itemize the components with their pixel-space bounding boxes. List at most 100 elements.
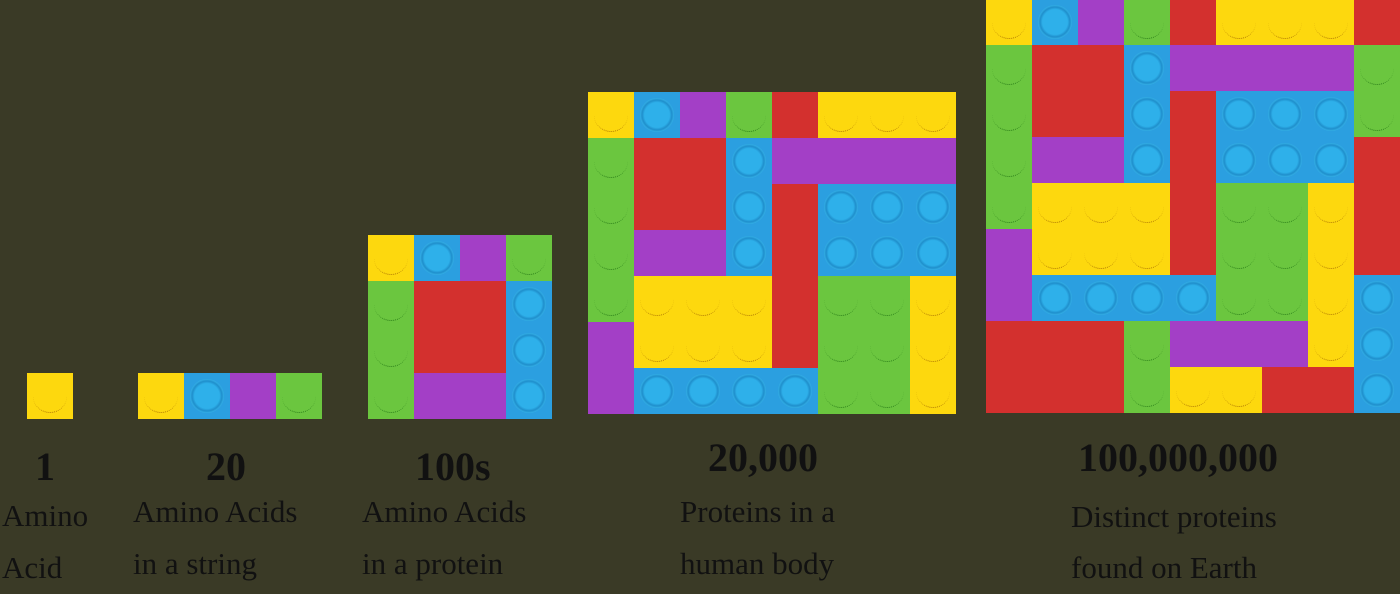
stud-icon <box>1130 373 1164 407</box>
stud-icon <box>236 379 270 413</box>
stud-icon <box>732 98 766 132</box>
stud-icon <box>686 328 720 362</box>
stud-icon <box>1222 97 1256 131</box>
stage-4-desc-line2: human body <box>680 546 835 581</box>
stud-icon <box>1360 189 1394 223</box>
stud-icon <box>732 328 766 362</box>
stud-icon <box>282 379 316 413</box>
stud-icon <box>778 236 812 270</box>
stud-icon <box>824 282 858 316</box>
stud-icon <box>992 5 1026 39</box>
stud-icon <box>916 190 950 224</box>
stud-icon <box>1314 143 1348 177</box>
stud-icon <box>1084 327 1118 361</box>
stud-icon <box>1360 97 1394 131</box>
stud-icon <box>1176 143 1210 177</box>
stud-icon <box>686 98 720 132</box>
stud-icon <box>1176 189 1210 223</box>
stud-icon <box>686 190 720 224</box>
stud-icon <box>992 373 1026 407</box>
stage-5-red-brick <box>1170 0 1216 45</box>
stage-1-desc-line1: Amino <box>2 498 89 533</box>
stud-icon <box>1268 51 1302 85</box>
stage-4-desc-line1: Proteins in a <box>680 494 835 529</box>
stage-4-purple-brick <box>588 322 634 414</box>
stud-icon <box>374 379 408 413</box>
stud-icon <box>778 190 812 224</box>
stage-5-red-brick <box>1032 45 1124 137</box>
stud-icon <box>870 374 904 408</box>
stud-icon <box>1268 281 1302 315</box>
stud-icon <box>824 98 858 132</box>
stage-3-red-brick <box>414 281 506 373</box>
stud-icon <box>640 98 674 132</box>
stud-icon <box>1222 327 1256 361</box>
stud-icon <box>778 328 812 362</box>
stud-icon <box>144 379 178 413</box>
stage-3-blue-brick <box>414 235 460 281</box>
stud-icon <box>1176 51 1210 85</box>
stud-icon <box>1360 51 1394 85</box>
stud-icon <box>1360 373 1394 407</box>
stud-icon <box>1038 5 1072 39</box>
stage-5-red-brick <box>1354 0 1400 45</box>
stud-icon <box>870 236 904 270</box>
stud-icon <box>870 328 904 362</box>
stage-1-desc-line2: Acid <box>2 550 63 585</box>
stud-icon <box>870 190 904 224</box>
stud-icon <box>686 282 720 316</box>
stud-icon <box>992 51 1026 85</box>
stud-icon <box>732 374 766 408</box>
stud-icon <box>466 379 500 413</box>
stage-5-red-brick <box>986 321 1124 413</box>
stage-5-green-brick <box>1216 183 1308 321</box>
stud-icon <box>640 282 674 316</box>
stud-icon <box>1084 143 1118 177</box>
stage-4-green-brick <box>588 138 634 322</box>
stud-icon <box>1130 189 1164 223</box>
stud-icon <box>916 144 950 178</box>
stage-5-red-brick <box>1262 367 1354 413</box>
stage-5-yellow-brick <box>986 0 1032 45</box>
stud-icon <box>640 144 674 178</box>
stud-icon <box>732 190 766 224</box>
stud-icon <box>1084 51 1118 85</box>
stud-icon <box>992 97 1026 131</box>
stud-icon <box>824 144 858 178</box>
stage-5-blue-brick <box>1032 0 1078 45</box>
stage-5-green-brick <box>1124 0 1170 45</box>
stud-icon <box>686 374 720 408</box>
stud-icon <box>1176 281 1210 315</box>
stage-4-blue-brick <box>818 184 956 276</box>
stud-icon <box>824 236 858 270</box>
stud-icon <box>466 241 500 275</box>
stud-icon <box>594 236 628 270</box>
stud-icon <box>1314 281 1348 315</box>
stud-icon <box>778 374 812 408</box>
stud-icon <box>512 379 546 413</box>
stud-icon <box>1038 189 1072 223</box>
stage-5-purple-brick <box>1032 137 1124 183</box>
stud-icon <box>1222 143 1256 177</box>
stud-icon <box>824 190 858 224</box>
stud-icon <box>1314 189 1348 223</box>
stud-icon <box>916 374 950 408</box>
stud-icon <box>1038 143 1072 177</box>
stage-5-purple-brick <box>1170 321 1308 367</box>
stud-icon <box>732 144 766 178</box>
stud-icon <box>190 379 224 413</box>
stud-icon <box>732 236 766 270</box>
stage-2-green-brick <box>276 373 322 419</box>
stud-icon <box>1176 97 1210 131</box>
stage-1-yellow-brick <box>27 373 73 419</box>
stage-4-yellow-brick <box>818 92 956 138</box>
stud-icon <box>420 241 454 275</box>
stage-4-purple-brick <box>772 138 956 184</box>
stud-icon <box>1314 327 1348 361</box>
stud-icon <box>992 327 1026 361</box>
stud-icon <box>1038 327 1072 361</box>
stage-4-blue-brick <box>634 92 680 138</box>
stud-icon <box>778 144 812 178</box>
stud-icon <box>1130 281 1164 315</box>
stage-4-purple-brick <box>634 230 726 276</box>
